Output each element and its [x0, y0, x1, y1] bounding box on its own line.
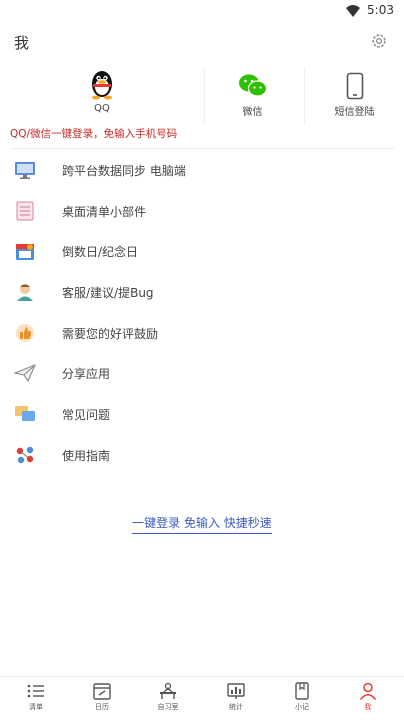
bottom-tab-bar: 清单 日历 自习室 统计 小记 我: [0, 676, 404, 720]
menu-item-widget[interactable]: 桌面清单小部件: [0, 191, 404, 232]
sms-login-button[interactable]: 短信登陆: [304, 68, 404, 124]
menu-item-label: 跨平台数据同步 电脑端: [62, 164, 186, 178]
menu-item-faq[interactable]: 常见问题: [0, 394, 404, 435]
thumbs-up-icon: [16, 323, 34, 342]
wechat-login-label: 微信: [242, 107, 263, 118]
tab-stats[interactable]: 统计: [206, 681, 266, 712]
page-header: 我: [0, 30, 404, 56]
tab-me[interactable]: 我: [338, 681, 398, 712]
quick-login-link[interactable]: 一键登录 免输入 快捷秒速: [0, 512, 404, 534]
wifi-icon: [346, 5, 360, 17]
menu-item-countdown[interactable]: 倒数日/纪念日: [0, 231, 404, 272]
phone-icon: [346, 72, 363, 100]
menu-item-guide[interactable]: 使用指南: [0, 435, 404, 476]
tab-notes[interactable]: 小记: [272, 681, 332, 712]
menu-item-label: 常见问题: [62, 408, 111, 423]
stats-icon: [227, 683, 245, 699]
tab-label: 清单: [29, 703, 43, 711]
note-icon: [295, 682, 309, 700]
monitor-icon: [15, 162, 35, 179]
guide-icon: [16, 446, 34, 464]
tab-label: 小记: [295, 703, 309, 711]
sms-login-label: 短信登陆: [334, 107, 375, 118]
wechat-login-button[interactable]: 微信: [204, 68, 300, 124]
menu-item-label: 桌面清单小部件: [62, 204, 147, 219]
calendar-tab-icon: [93, 683, 111, 700]
faq-icon: [15, 406, 35, 422]
tab-list[interactable]: 清单: [6, 681, 66, 712]
menu-item-label: 需要您的好评鼓励: [62, 326, 159, 341]
tab-label: 自习室: [157, 703, 179, 711]
menu-item-share[interactable]: 分享应用: [0, 353, 404, 394]
paper-plane-icon: [14, 364, 36, 383]
divider: [10, 148, 394, 149]
menu-item-label: 分享应用: [62, 367, 111, 382]
menu-item-label: 倒数日/纪念日: [62, 245, 139, 260]
person-icon: [359, 682, 377, 700]
gear-icon[interactable]: [370, 32, 388, 50]
wechat-icon: [238, 74, 267, 97]
quick-login-label[interactable]: 一键登录 免输入 快捷秒速: [132, 516, 272, 534]
menu-item-label: 客服/建议/提Bug: [62, 286, 154, 301]
status-bar: 5:03: [0, 0, 404, 22]
login-promo-text[interactable]: QQ/微信一键登录，免输入手机号码: [10, 126, 177, 141]
widget-list-icon: [16, 201, 34, 221]
tab-study-room[interactable]: 自习室: [138, 681, 198, 712]
study-room-icon: [160, 682, 176, 699]
tab-calendar[interactable]: 日历: [72, 681, 132, 712]
list-icon: [27, 684, 44, 698]
tab-label: 日历: [95, 703, 109, 711]
qq-penguin-icon: [92, 71, 112, 100]
settings-menu: 跨平台数据同步 电脑端 桌面清单小部件 倒数日/纪念日 客服/建议/提Bug 需…: [0, 150, 404, 476]
qq-login-label: QQ: [94, 103, 110, 114]
status-time: 5:03: [367, 3, 394, 17]
login-options: QQ 微信 短信登陆: [0, 68, 404, 124]
calendar-icon: [16, 244, 34, 261]
menu-item-support[interactable]: 客服/建议/提Bug: [0, 272, 404, 313]
menu-item-rate[interactable]: 需要您的好评鼓励: [0, 313, 404, 354]
customer-service-icon: [17, 284, 33, 302]
tab-label: 统计: [229, 703, 243, 711]
menu-item-sync[interactable]: 跨平台数据同步 电脑端: [0, 150, 404, 191]
menu-item-label: 使用指南: [62, 448, 111, 463]
page-title: 我: [14, 34, 30, 52]
tab-label: 我: [364, 703, 372, 711]
qq-login-button[interactable]: QQ: [54, 68, 150, 124]
